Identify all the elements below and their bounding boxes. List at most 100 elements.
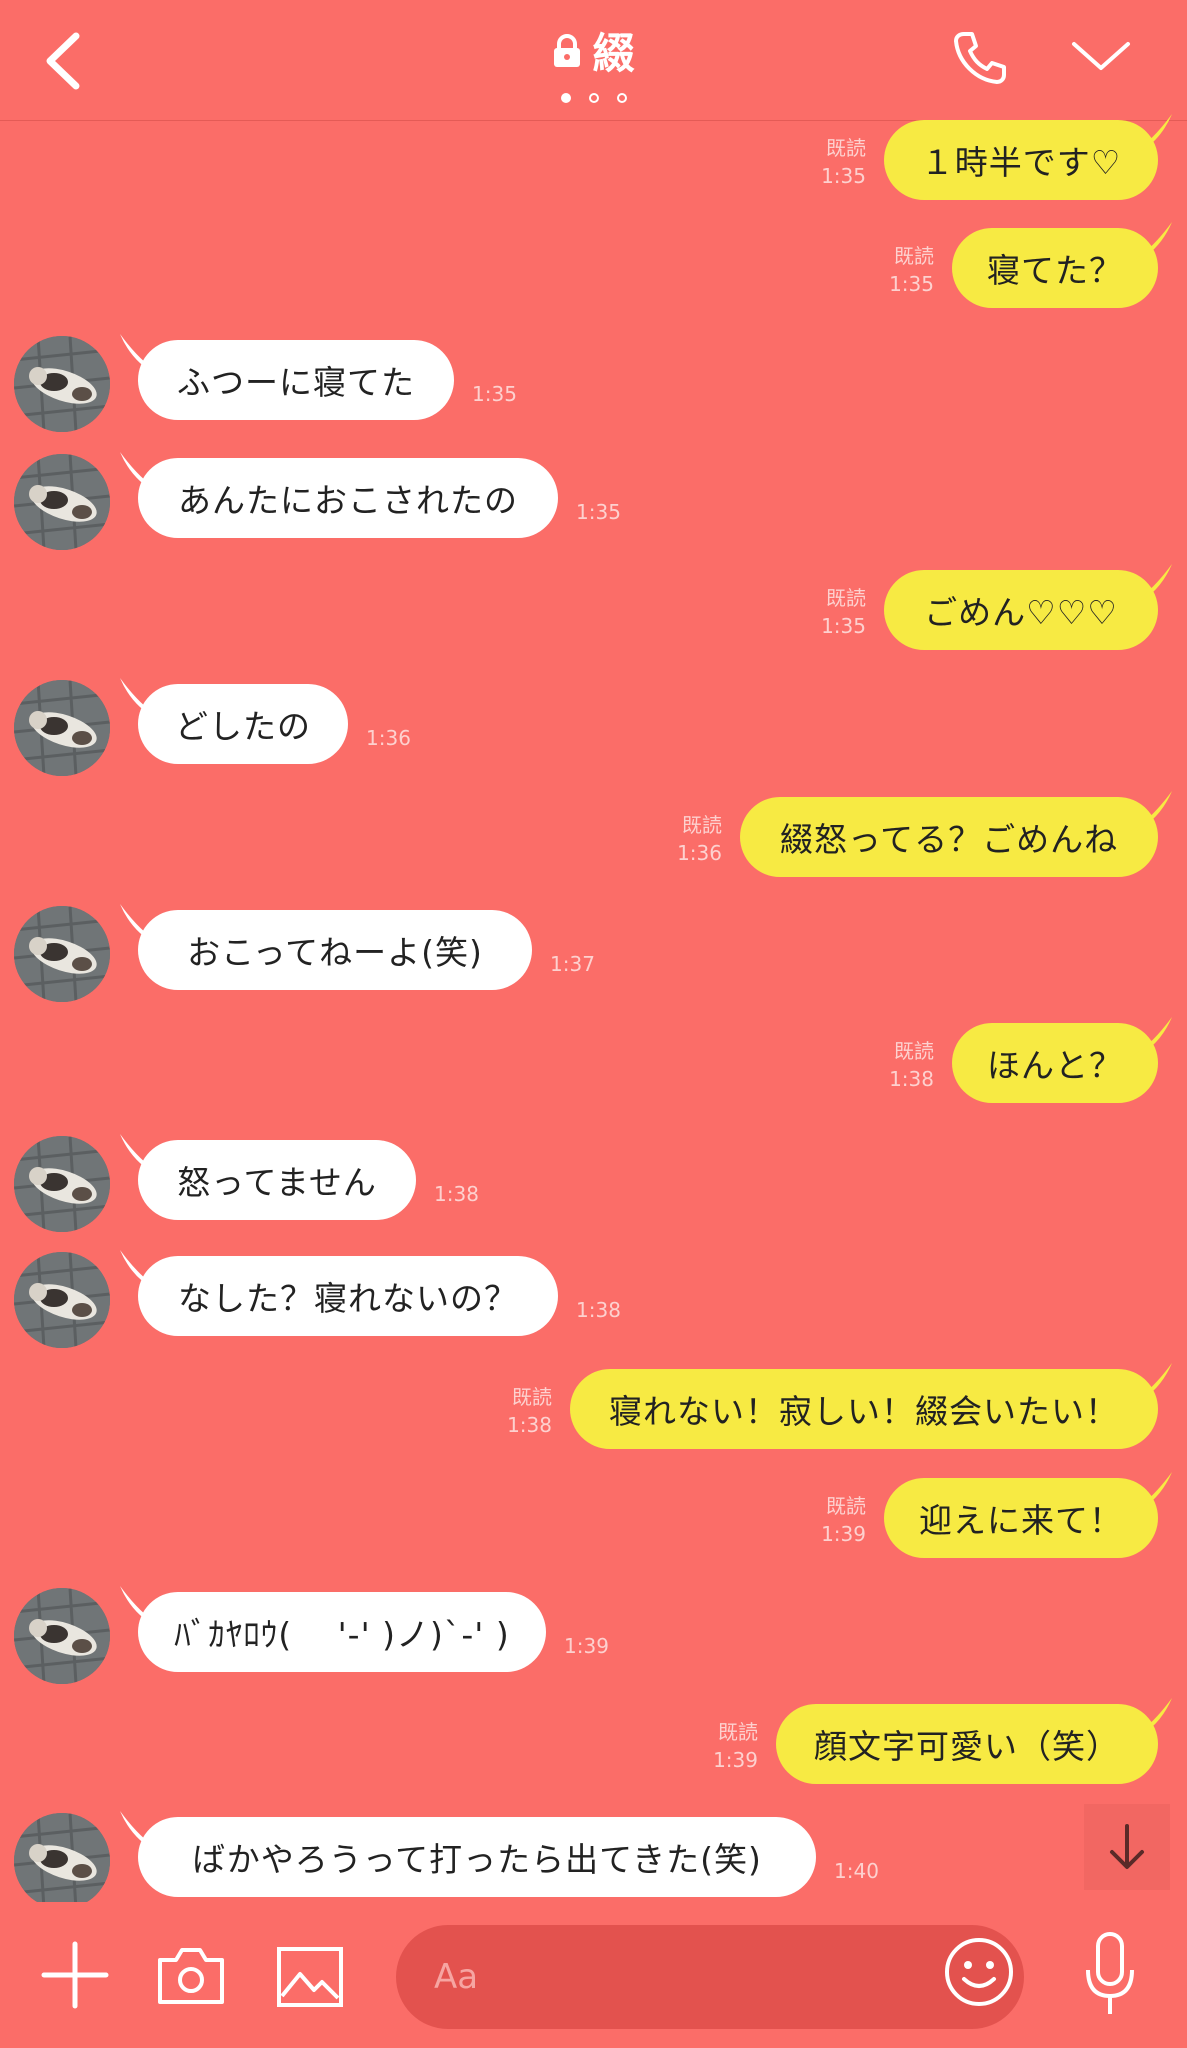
chat-title-text: 綴: [592, 29, 635, 78]
received-message-bubble[interactable]: どしたの: [138, 684, 348, 764]
received-message-bubble[interactable]: 怒ってません: [138, 1140, 416, 1220]
read-receipt: 既読: [826, 136, 866, 160]
message-meta: 既読 1:35: [821, 134, 866, 190]
chat-header: 綴: [0, 0, 1187, 121]
message-text: １時半です♡: [920, 143, 1122, 182]
bubble-tail: [120, 452, 162, 492]
message-text: ふつーに寝てた: [177, 363, 415, 402]
bubble-tail: [120, 334, 162, 374]
message-input-placeholder: Aa: [434, 1957, 479, 1997]
bubble-tail: [1130, 114, 1172, 154]
smiley-icon[interactable]: [942, 1935, 1016, 2009]
message-text: あんたにおこされたの: [178, 481, 518, 520]
page-indicator: [0, 88, 1187, 107]
message-time: 1:40: [834, 1859, 879, 1883]
message-meta: 既読 1:36: [677, 811, 722, 867]
received-message-bubble[interactable]: あんたにおこされたの: [138, 458, 558, 538]
cat-avatar-image: [14, 336, 110, 432]
avatar[interactable]: [14, 906, 110, 1002]
message-meta: 1:37: [550, 950, 595, 978]
message-text: ﾊﾞｶﾔﾛｳ( '-' )ノ)`-' ): [174, 1615, 510, 1654]
arrow-down-icon: [1110, 1824, 1144, 1869]
avatar[interactable]: [14, 680, 110, 776]
chevron-down-icon[interactable]: [1070, 36, 1132, 76]
avatar[interactable]: [14, 1813, 110, 1909]
cat-avatar-image: [14, 680, 110, 776]
image-icon[interactable]: [276, 1946, 344, 2008]
message-time: 1:35: [821, 164, 866, 188]
sent-message-bubble[interactable]: 寝れない！寂しい！綴会いたい！: [570, 1369, 1158, 1449]
bubble-tail: [1130, 564, 1172, 604]
message-time: 1:39: [713, 1748, 758, 1772]
bubble-tail: [1130, 791, 1172, 831]
received-message-bubble[interactable]: おこってねーよ(笑): [138, 910, 532, 990]
sent-message-bubble[interactable]: 迎えに来て！: [884, 1478, 1158, 1558]
avatar[interactable]: [14, 1588, 110, 1684]
message-time: 1:38: [507, 1413, 552, 1437]
page-dot-1: [560, 93, 571, 103]
bubble-tail: [1130, 222, 1172, 262]
received-message-bubble[interactable]: なした？寝れないの？: [138, 1256, 558, 1336]
bubble-tail: [120, 1586, 162, 1626]
message-time: 1:39: [564, 1634, 609, 1658]
phone-icon[interactable]: [950, 28, 1010, 88]
message-meta: 既読 1:35: [821, 584, 866, 640]
avatar[interactable]: [14, 336, 110, 432]
message-text: ごめん♡♡♡: [924, 593, 1118, 632]
scroll-to-bottom-button[interactable]: [1084, 1804, 1170, 1890]
cat-avatar-image: [14, 1588, 110, 1684]
message-time: 1:37: [550, 952, 595, 976]
bubble-tail: [120, 678, 162, 718]
avatar[interactable]: [14, 1136, 110, 1232]
received-message-bubble[interactable]: ふつーに寝てた: [138, 340, 454, 420]
sent-message-bubble[interactable]: 綴怒ってる？ごめんね: [740, 797, 1158, 877]
camera-icon[interactable]: [156, 1946, 226, 2006]
chat-title[interactable]: 綴: [552, 20, 635, 81]
plus-icon[interactable]: [40, 1940, 110, 2010]
bubble-tail: [120, 1134, 162, 1174]
message-input[interactable]: Aa: [396, 1925, 1024, 2029]
message-time: 1:35: [576, 500, 621, 524]
sent-message-bubble[interactable]: １時半です♡: [884, 120, 1158, 200]
message-text: 顔文字可愛い（笑）: [814, 1727, 1120, 1766]
read-receipt: 既読: [894, 1039, 934, 1063]
message-time: 1:36: [677, 841, 722, 865]
message-meta: 1:36: [366, 724, 411, 752]
message-meta: 既読 1:38: [889, 1037, 934, 1093]
message-meta: 既読 1:39: [713, 1718, 758, 1774]
sent-message-bubble[interactable]: ごめん♡♡♡: [884, 570, 1158, 650]
bubble-tail: [1130, 1472, 1172, 1512]
bubble-tail: [1130, 1017, 1172, 1057]
bubble-tail: [1130, 1363, 1172, 1403]
message-text: 寝れない！寂しい！綴会いたい！: [609, 1392, 1119, 1431]
message-text: なした？寝れないの？: [178, 1279, 518, 1318]
message-text: ほんと？: [987, 1046, 1123, 1085]
message-meta: 既読 1:35: [889, 242, 934, 298]
bubble-tail: [1130, 1698, 1172, 1738]
message-meta: 1:40: [834, 1857, 879, 1885]
read-receipt: 既読: [894, 244, 934, 268]
message-time: 1:39: [821, 1522, 866, 1546]
bubble-tail: [120, 1811, 162, 1851]
message-meta: 1:35: [472, 380, 517, 408]
page-dot-3: [616, 93, 627, 103]
sent-message-bubble[interactable]: ほんと？: [952, 1023, 1158, 1103]
message-meta: 1:38: [576, 1296, 621, 1324]
message-text: おこってねーよ(笑): [187, 933, 483, 972]
cat-avatar-image: [14, 1252, 110, 1348]
received-message-bubble[interactable]: ﾊﾞｶﾔﾛｳ( '-' )ノ)`-' ): [138, 1592, 546, 1672]
received-message-bubble[interactable]: ばかやろうって打ったら出てきた(笑): [138, 1817, 816, 1897]
avatar[interactable]: [14, 454, 110, 550]
page-dot-2: [588, 93, 599, 103]
message-meta: 既読 1:39: [821, 1492, 866, 1548]
avatar[interactable]: [14, 1252, 110, 1348]
microphone-icon[interactable]: [1082, 1930, 1138, 2020]
read-receipt: 既読: [826, 1494, 866, 1518]
bubble-tail: [120, 904, 162, 944]
sent-message-bubble[interactable]: 寝てた？: [952, 228, 1158, 308]
message-time: 1:35: [472, 382, 517, 406]
message-meta: 1:39: [564, 1632, 609, 1660]
sent-message-bubble[interactable]: 顔文字可愛い（笑）: [776, 1704, 1158, 1784]
bubble-tail: [120, 1250, 162, 1290]
message-time: 1:38: [889, 1067, 934, 1091]
